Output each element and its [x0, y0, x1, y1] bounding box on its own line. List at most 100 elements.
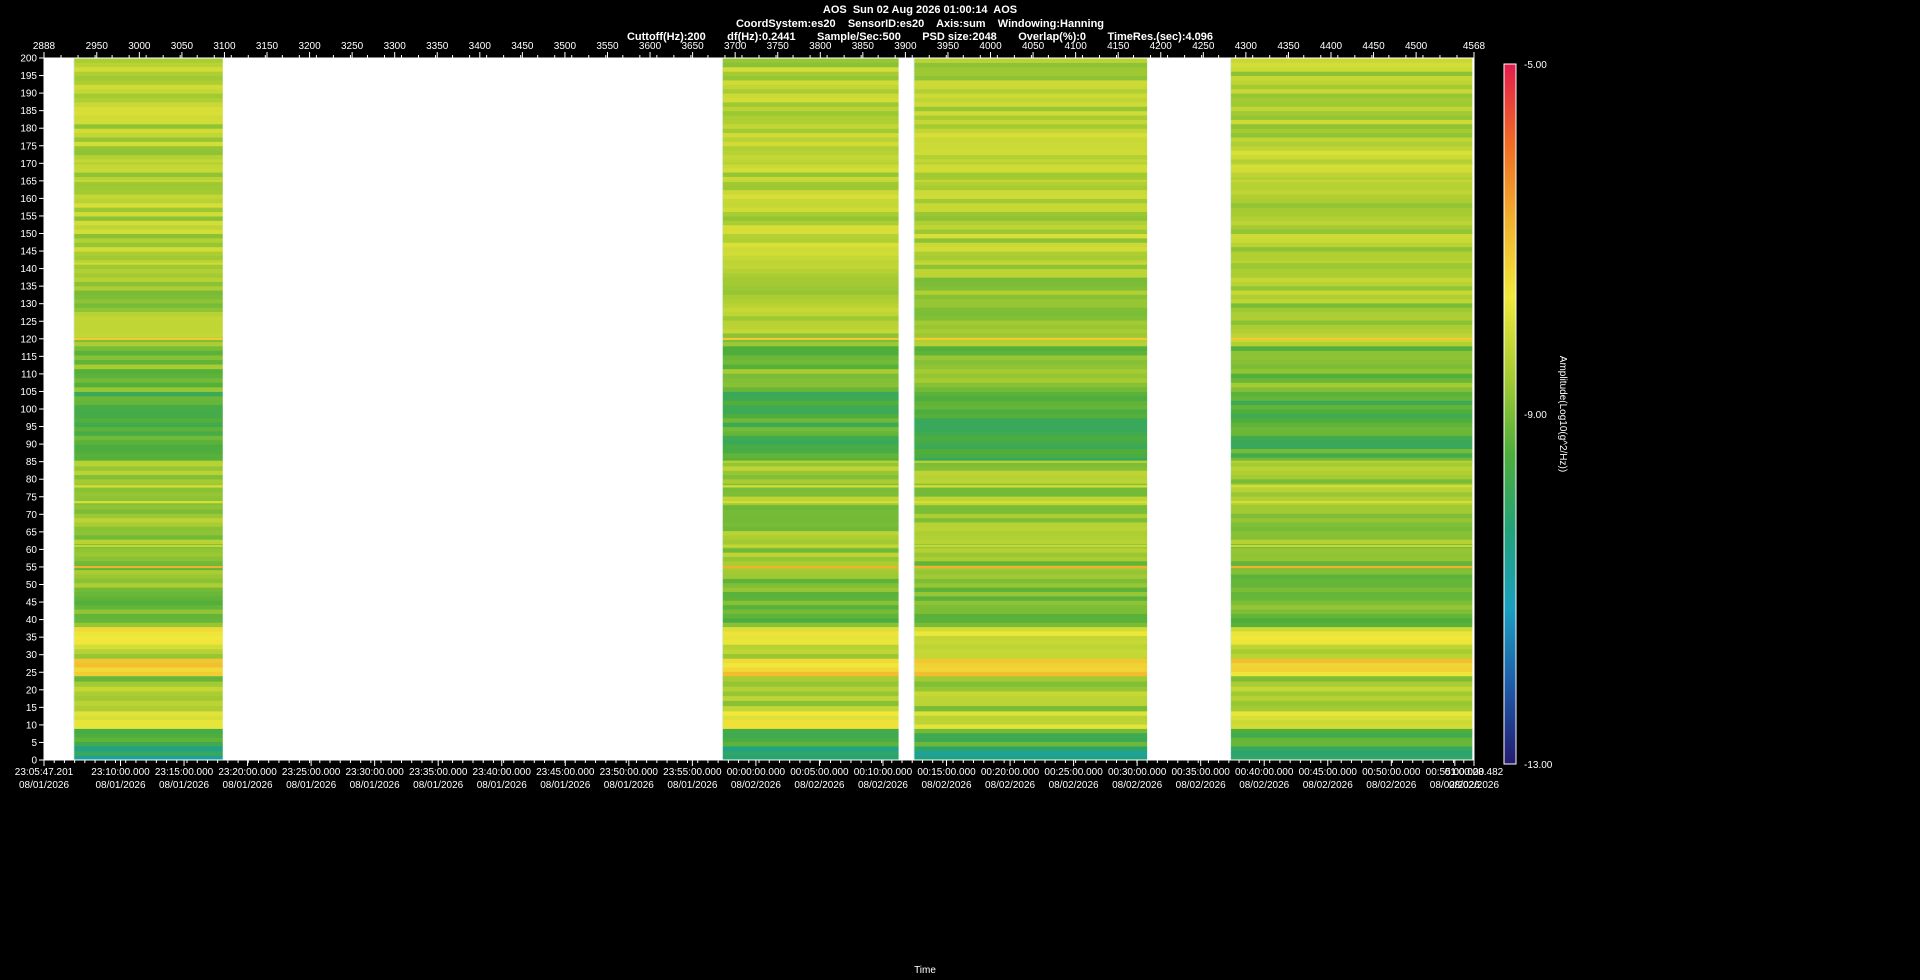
spectrogram-cell [913, 97, 1148, 103]
spectrogram-cell [73, 198, 223, 204]
spectrogram-cell [913, 417, 1148, 423]
spectrogram-cell [913, 123, 1148, 129]
spectrogram-cell [73, 268, 223, 274]
spectrogram-cell [1230, 587, 1473, 593]
spectrogram-cell [722, 255, 899, 261]
spectrogram-cell [1230, 320, 1473, 325]
spectrogram-cell [1230, 658, 1473, 664]
spectrogram-cell [722, 290, 899, 295]
spectrogram-cell [73, 84, 223, 90]
spectrogram-cell [73, 626, 223, 632]
spectrogram-cell [913, 106, 1148, 112]
spectrogram-cell [73, 439, 223, 445]
time-tick-label: 00:50:00.000 [1362, 767, 1421, 778]
tonal-line [722, 485, 899, 488]
spectrogram-cell [73, 264, 223, 270]
spectrogram-cell [73, 737, 223, 743]
y-tick-label: 105 [20, 387, 37, 398]
spectrogram-cell [73, 724, 223, 729]
spectrogram-cell [73, 705, 223, 712]
spectrogram-cell [913, 294, 1148, 300]
date-tick-label: 08/02/2026 [921, 780, 971, 791]
spectrogram-cell [1230, 622, 1473, 628]
spectrogram-cell [722, 185, 899, 191]
tonal-line [73, 337, 223, 340]
spectrogram-cell [1230, 737, 1473, 743]
spectrogram-cell [73, 530, 223, 536]
time-tick-label: 23:45:00.000 [536, 767, 595, 778]
spectrogram-cell [73, 62, 223, 68]
spectrogram-cell [1230, 136, 1473, 142]
spectrogram-cell [1230, 123, 1473, 129]
spectrogram-cell [73, 448, 223, 454]
y-tick-label: 25 [26, 668, 38, 679]
spectrogram-cell [722, 84, 899, 90]
y-tick-label: 100 [20, 405, 37, 416]
spectrogram-cell [1230, 675, 1473, 682]
spectrogram-cell [913, 101, 1148, 107]
spectrogram-cell [722, 686, 899, 692]
top-tick-label: 3300 [384, 41, 407, 52]
spectrogram-cell [913, 435, 1148, 441]
spectrogram-cell [1230, 422, 1473, 428]
spectrogram-cell [913, 644, 1148, 650]
spectrogram-cell [73, 700, 223, 707]
spectrogram-cell [722, 400, 899, 406]
spectrogram-cell [722, 604, 899, 610]
y-tick-label: 95 [26, 422, 38, 433]
spectrogram-cell [722, 631, 899, 636]
spectrogram-cell [722, 350, 899, 356]
spectrogram-cell [73, 465, 223, 471]
time-tick-label: 23:20:00.000 [218, 767, 277, 778]
spectrogram-cell [73, 368, 223, 374]
spectrogram-cell [722, 211, 899, 217]
spectrogram-cell [73, 444, 223, 449]
spectrogram-cell [722, 587, 899, 593]
spectrogram-cell [73, 719, 223, 725]
spectrogram-cell [722, 452, 899, 458]
spectrogram-cell [73, 298, 223, 304]
y-tick-label: 145 [20, 247, 37, 258]
spectrogram-cell [1230, 435, 1473, 441]
spectrogram-cell [913, 71, 1148, 77]
spectrogram-cell [73, 409, 223, 414]
top-tick-label: 4100 [1065, 41, 1088, 52]
spectrogram-cell [73, 609, 223, 614]
spectrogram-cell [1230, 285, 1473, 291]
spectrogram-cell [73, 617, 223, 623]
y-tick-label: 60 [26, 545, 38, 556]
spectrogram-cell [1230, 452, 1473, 458]
spectrogram-cell [913, 185, 1148, 191]
spectrogram-cell [1230, 237, 1473, 243]
spectrogram-cell [913, 658, 1148, 664]
top-tick-label: 3150 [256, 41, 279, 52]
time-tick-label: 00:00:00.000 [727, 767, 786, 778]
spectrogram-cell [722, 435, 899, 441]
spectrogram-cell [913, 617, 1148, 623]
spectrogram-cell [73, 452, 223, 458]
spectrogram-cell [722, 690, 899, 697]
spectrogram-cell [722, 448, 899, 454]
spectrogram-cell [722, 207, 899, 213]
spectrogram-cell [73, 154, 223, 160]
tonal-line [913, 162, 1148, 165]
spectrogram-cell [722, 194, 899, 199]
date-tick-label: 08/02/2026 [1449, 780, 1499, 791]
spectrogram-cell [73, 534, 223, 540]
spectrogram-cell [913, 400, 1148, 406]
y-tick-label: 110 [21, 369, 37, 380]
spectrogram-cell [1230, 154, 1473, 160]
spectrogram-cell [913, 745, 1148, 752]
time-tick-label: 00:15:00.000 [917, 767, 976, 778]
spectrogram-cell [1230, 700, 1473, 707]
date-tick-label: 08/01/2026 [159, 780, 209, 791]
spectrogram-cell [1230, 211, 1473, 217]
date-tick-label: 08/02/2026 [794, 780, 844, 791]
spectrogram-cell [722, 695, 899, 701]
spectrogram-cell [913, 737, 1148, 743]
spectrogram-cell [913, 224, 1148, 230]
spectrogram-cell [913, 582, 1148, 588]
spectrogram-cell [73, 307, 223, 312]
spectrogram-cell [722, 332, 899, 338]
spectrogram-cell [913, 315, 1148, 321]
